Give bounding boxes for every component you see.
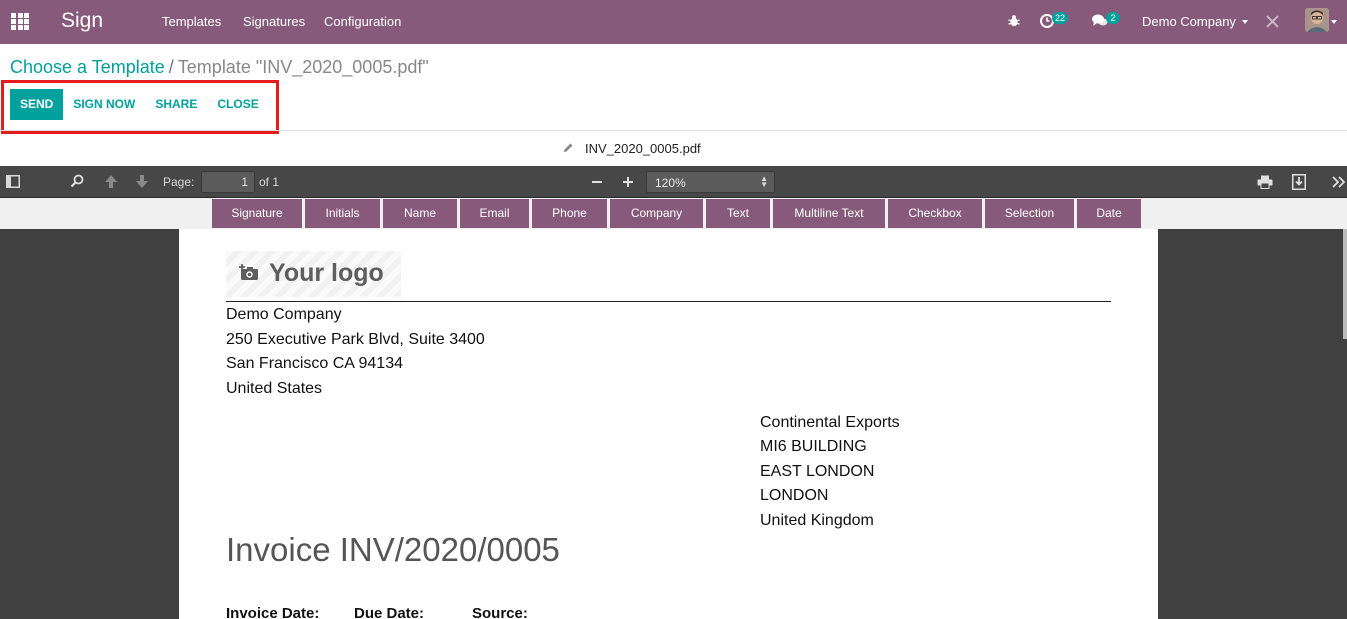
field-types-bar: Signature Initials Name Email Phone Comp… xyxy=(0,198,1347,229)
breadcrumb: Choose a Template / Template "INV_2020_000… xyxy=(10,57,429,78)
page-number-input[interactable]: 1 xyxy=(201,171,255,193)
app-title: Sign xyxy=(61,9,104,32)
page-total: of 1 xyxy=(259,175,280,189)
messages-count-badge: 2 xyxy=(1106,12,1120,24)
menu-configuration[interactable]: Configuration xyxy=(324,14,401,29)
invoice-title: Invoice INV/2020/0005 xyxy=(226,531,560,568)
field-initials[interactable]: Initials xyxy=(305,199,380,228)
tools-icon[interactable] xyxy=(1265,14,1280,29)
activity-count-badge: 22 xyxy=(1052,12,1069,24)
previous-page-icon[interactable] xyxy=(104,174,118,189)
next-page-icon[interactable] xyxy=(135,174,149,189)
due-date-label: Due Date: xyxy=(354,605,425,619)
customer-address-line: LONDON xyxy=(760,487,829,504)
template-filename[interactable]: INV_2020_0005.pdf xyxy=(585,141,701,156)
field-phone[interactable]: Phone xyxy=(532,199,607,228)
zoom-in-icon[interactable] xyxy=(622,176,634,188)
customer-address-line: Continental Exports xyxy=(760,414,900,431)
download-icon[interactable] xyxy=(1292,174,1306,190)
field-name[interactable]: Name xyxy=(383,199,457,228)
debug-bug-icon[interactable] xyxy=(1007,14,1021,28)
zoom-out-icon[interactable] xyxy=(591,177,603,189)
company-address-line: 250 Executive Park Blvd, Suite 3400 xyxy=(226,331,485,348)
pencil-edit-icon[interactable] xyxy=(562,142,574,154)
invoice-date-label: Invoice Date: xyxy=(226,605,320,619)
field-date[interactable]: Date xyxy=(1077,199,1141,228)
breadcrumb-current-template: Template "INV_2020_0005.pdf" xyxy=(177,57,429,77)
menu-templates[interactable]: Templates xyxy=(162,14,221,29)
company-address-line: United States xyxy=(226,380,323,397)
logo-text: Your logo xyxy=(269,259,384,287)
chevron-down-icon xyxy=(1241,20,1248,24)
field-checkbox[interactable]: Checkbox xyxy=(888,199,982,228)
customer-address-line: MI6 BUILDING xyxy=(760,438,867,455)
user-menu-chevron-icon[interactable] xyxy=(1331,20,1337,24)
pdf-document-area[interactable]: Your logo Demo Company 250 Executive Par… xyxy=(0,229,1347,619)
source-label: Source: xyxy=(472,605,528,619)
zoom-select[interactable]: 120% ▲ ▼ xyxy=(646,171,775,193)
top-navbar: Sign Templates Signatures Configuration … xyxy=(0,0,1347,44)
field-multiline-text[interactable]: Multiline Text xyxy=(773,199,885,228)
pdf-page[interactable]: Your logo Demo Company 250 Executive Par… xyxy=(179,229,1158,619)
zoom-value: 120% xyxy=(655,176,686,190)
field-company[interactable]: Company xyxy=(610,199,703,228)
field-selection[interactable]: Selection xyxy=(985,199,1074,228)
pdf-toolbar: Page: 1 of 1 120% ▲ ▼ xyxy=(0,166,1347,198)
sidebar-toggle-icon[interactable] xyxy=(6,175,20,188)
breadcrumb-separator: / xyxy=(168,57,174,77)
field-email[interactable]: Email xyxy=(460,199,529,228)
user-avatar[interactable] xyxy=(1305,8,1329,32)
customer-address-line: EAST LONDON xyxy=(760,463,875,480)
user-photo-icon xyxy=(1305,8,1329,32)
tools-expand-icon[interactable] xyxy=(1332,176,1346,188)
vertical-scrollbar[interactable] xyxy=(1343,229,1347,339)
company-address-line: San Francisco CA 94134 xyxy=(226,355,403,372)
page-label: Page: xyxy=(163,175,195,189)
customer-address-line: United Kingdom xyxy=(760,512,874,529)
apps-grid-icon[interactable] xyxy=(11,13,29,30)
company-switcher[interactable]: Demo Company xyxy=(1142,14,1248,29)
company-address-line: Demo Company xyxy=(226,306,342,323)
annotation-highlight-box xyxy=(1,80,279,134)
pdf-viewer: Page: 1 of 1 120% ▲▼ Signature Initials xyxy=(0,166,1347,619)
company-name: Demo Company xyxy=(1142,14,1236,29)
print-icon[interactable] xyxy=(1257,175,1273,189)
template-filename-row: INV_2020_0005.pdf xyxy=(0,131,1347,166)
camera-plus-icon xyxy=(239,264,258,280)
search-icon[interactable] xyxy=(70,174,84,188)
breadcrumb-choose-template[interactable]: Choose a Template xyxy=(10,57,165,77)
field-signature[interactable]: Signature xyxy=(212,199,302,228)
select-arrows-icon: ▲ ▼ xyxy=(760,174,768,189)
header-rule xyxy=(226,301,1111,302)
menu-signatures[interactable]: Signatures xyxy=(243,14,305,29)
field-text[interactable]: Text xyxy=(706,199,770,228)
